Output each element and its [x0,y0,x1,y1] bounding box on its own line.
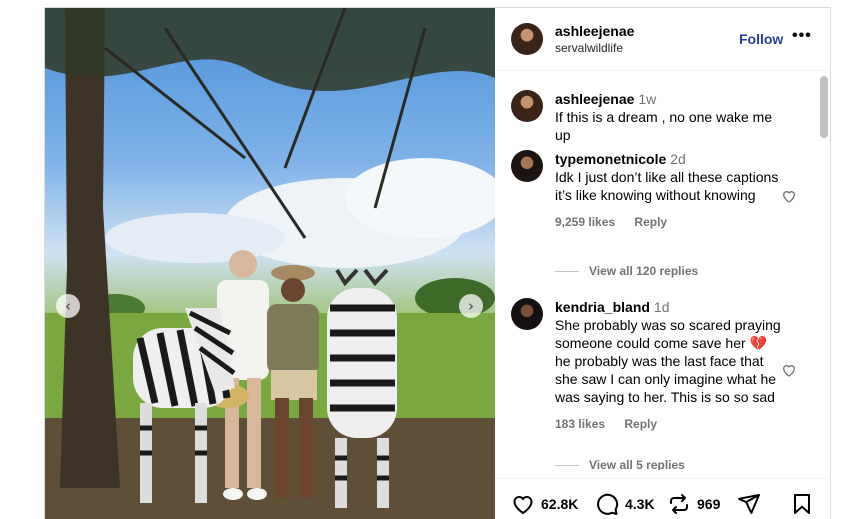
reply-button[interactable]: Reply [624,417,657,431]
author-avatar[interactable] [511,23,543,55]
caption-avatar[interactable] [511,90,543,122]
commenter-avatar[interactable] [511,150,543,182]
send-icon [738,494,760,514]
follow-button[interactable]: Follow [739,31,783,47]
comment-text: Idk I just don’t like all these captions… [555,169,779,203]
post-actions-bar: 62.8K 4.3K 969 [495,478,831,519]
post-container: ‹ › ashleejenae servalwildlife Follow ••… [44,7,831,519]
comment-time[interactable]: 1d [654,299,670,315]
comment-username[interactable]: kendria_bland [555,299,650,315]
heart-icon [513,496,533,515]
comments-scrollbar[interactable] [817,74,829,470]
commenter-avatar[interactable] [511,298,543,330]
repost-count: 969 [697,496,721,512]
comment-text: She probably was so scared praying someo… [555,317,781,405]
comment-username[interactable]: typemonetnicole [555,151,666,167]
post-media[interactable]: ‹ › [45,8,495,519]
next-image-button[interactable]: › [459,294,483,318]
comment-button[interactable]: 4.3K [595,492,655,516]
caption-username[interactable]: ashleejenae [555,91,634,107]
repost-icon [670,494,688,514]
comment-body: typemonetnicole 2d Idk I just don’t like … [555,150,785,231]
caption-text: If this is a dream , no one wake me up [555,109,773,143]
more-options-button[interactable]: ••• [792,27,812,45]
comment-meta: 183 likes Reply [555,415,785,433]
comment-body: kendria_bland 1d She probably was so scar… [555,298,785,433]
author-username[interactable]: ashleejenae [555,23,634,39]
save-button[interactable] [791,492,819,516]
scrollbar-thumb[interactable] [820,76,828,138]
comment-likes[interactable]: 183 likes [555,417,605,431]
post-header: ashleejenae servalwildlife Follow ••• [495,8,831,71]
view-replies-label: View all 120 replies [589,264,699,278]
safari-photo [45,8,495,519]
like-comment-icon[interactable] [781,188,797,204]
view-replies-button[interactable]: View all 5 replies [555,458,685,470]
replies-divider [555,464,579,466]
like-comment-icon[interactable] [781,362,797,378]
like-count: 62.8K [541,496,579,512]
repost-button[interactable]: 969 [667,492,720,516]
post-location[interactable]: servalwildlife [555,41,623,55]
bookmark-icon [794,494,810,514]
caption-time[interactable]: 1w [638,91,656,107]
comment-icon [597,493,619,515]
view-replies-label: View all 5 replies [589,458,685,470]
share-button[interactable] [737,492,767,516]
previous-image-button[interactable]: ‹ [56,294,80,318]
post-side-panel: ashleejenae servalwildlife Follow ••• as… [495,8,831,519]
caption-body: ashleejenae 1w If this is a dream , no on… [555,90,785,144]
comment-meta: 9,259 likes Reply [555,213,785,231]
view-replies-button[interactable]: View all 120 replies [555,264,698,278]
comment-likes[interactable]: 9,259 likes [555,215,615,229]
comment-time[interactable]: 2d [670,151,686,167]
reply-button[interactable]: Reply [634,215,667,229]
comment-count: 4.3K [625,496,655,512]
comments-list[interactable]: ashleejenae 1w If this is a dream , no on… [495,72,831,470]
like-button[interactable]: 62.8K [511,492,578,516]
replies-divider [555,270,579,272]
